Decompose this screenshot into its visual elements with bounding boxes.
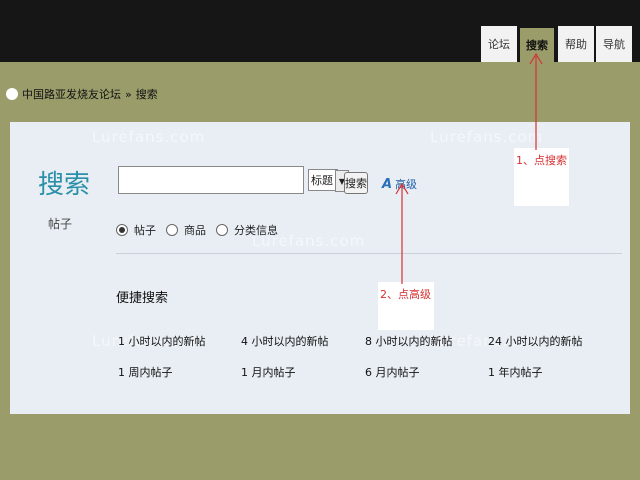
quick-link-1m[interactable]: 1 月内帖子 [241,364,296,380]
nav-tab-guide[interactable]: 导航 [596,26,632,62]
quick-link-24h[interactable]: 24 小时以内的新帖 [488,333,583,349]
quick-link-8h[interactable]: 8 小时以内的新帖 [365,333,453,349]
quick-link-1y[interactable]: 1 年内帖子 [488,364,543,380]
annotation-step2: 2、点高级 [378,282,434,330]
search-type-group: 帖子 商品 分类信息 [116,222,278,238]
quick-link-4h[interactable]: 4 小时以内的新帖 [241,333,329,349]
home-icon [6,88,18,100]
search-input[interactable] [118,166,304,194]
breadcrumb-home-link[interactable]: 中国路亚发烧友论坛 [22,86,121,102]
advanced-icon: A [382,176,393,192]
page-title: 搜索 [38,170,91,200]
radio-goods-label: 商品 [184,224,206,237]
search-field-value: 标题 [311,174,333,187]
page-subtitle: 帖子 [48,217,73,231]
search-button[interactable]: 搜索 [344,172,368,194]
quick-link-1h[interactable]: 1 小时以内的新帖 [118,333,206,349]
divider [116,253,622,254]
radio-classified[interactable] [216,224,228,236]
nav-tab-help[interactable]: 帮助 [558,26,594,62]
advanced-search-link[interactable]: A 高级 [382,176,417,192]
quick-link-6m[interactable]: 6 月内帖子 [365,364,420,380]
annotation-step1: 1、点搜索 [514,148,569,206]
annotation-step1-text: 1、点搜索 [516,154,567,167]
quick-search-title: 便捷搜索 [116,291,169,306]
breadcrumb: 中国路亚发烧友论坛 » 搜索 [6,86,158,102]
breadcrumb-current: 搜索 [135,88,158,101]
advanced-label: 高级 [395,178,418,191]
radio-goods[interactable] [166,224,178,236]
breadcrumb-separator: » [125,87,132,101]
radio-classified-label: 分类信息 [234,224,278,237]
watermark: Lurefans.com [430,128,544,146]
radio-posts[interactable] [116,224,128,236]
quick-link-1w[interactable]: 1 周内帖子 [118,364,173,380]
nav-tab-forum[interactable]: 论坛 [481,26,517,62]
nav-tab-search[interactable]: 搜索 [518,26,556,62]
annotation-step2-text: 2、点高级 [380,288,431,301]
radio-posts-label: 帖子 [134,224,156,237]
watermark: Lurefans.com [92,128,206,146]
search-field-select[interactable]: 标题 ▼ [308,169,349,192]
